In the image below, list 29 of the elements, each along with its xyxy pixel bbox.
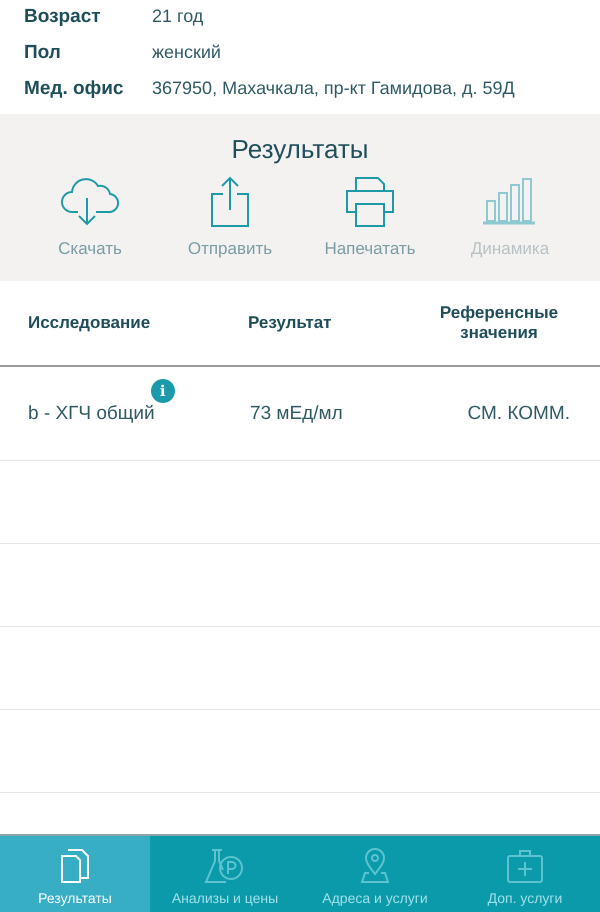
share-icon [208, 176, 252, 228]
column-header: Референсные значения [438, 303, 560, 343]
tab[interactable]: Анализы и цены [150, 836, 300, 912]
column-header: Исследование [28, 313, 152, 333]
documents-icon [60, 848, 90, 884]
panel-title: Результаты [232, 134, 368, 165]
field-value: женский [152, 42, 222, 64]
cloud-download-icon [60, 176, 120, 228]
info-badge[interactable]: i [150, 378, 175, 402]
field-label: Мед. офис [24, 78, 124, 100]
bar-chart-icon [483, 177, 537, 227]
flask-coin-icon [204, 848, 246, 884]
table-cell-text: 73 мЕд/мл [249, 402, 344, 424]
action-button[interactable]: Скачать [20, 175, 160, 259]
action-button[interactable]: Напечатать [300, 175, 440, 259]
tab[interactable]: Доп. услуги [450, 836, 600, 912]
table-cell-text: СМ. КОММ. [466, 402, 570, 424]
action-button[interactable]: Отправить [160, 175, 300, 259]
column-header: Результат [248, 313, 332, 333]
map-pin-icon [360, 848, 390, 884]
field-value: 21 год [152, 6, 204, 28]
field-label: Возраст [24, 6, 102, 28]
tab[interactable]: Результаты [0, 836, 150, 912]
field-label: Пол [24, 42, 62, 64]
first-aid-kit-icon [506, 848, 544, 884]
table-cell: b - ХГЧ общий [28, 402, 155, 424]
tab[interactable]: Адреса и услуги [300, 836, 450, 912]
printer-icon [345, 176, 395, 228]
field-value: 367950, Махачкала, пр-кт Гамидова, д. 59Д [152, 78, 516, 100]
